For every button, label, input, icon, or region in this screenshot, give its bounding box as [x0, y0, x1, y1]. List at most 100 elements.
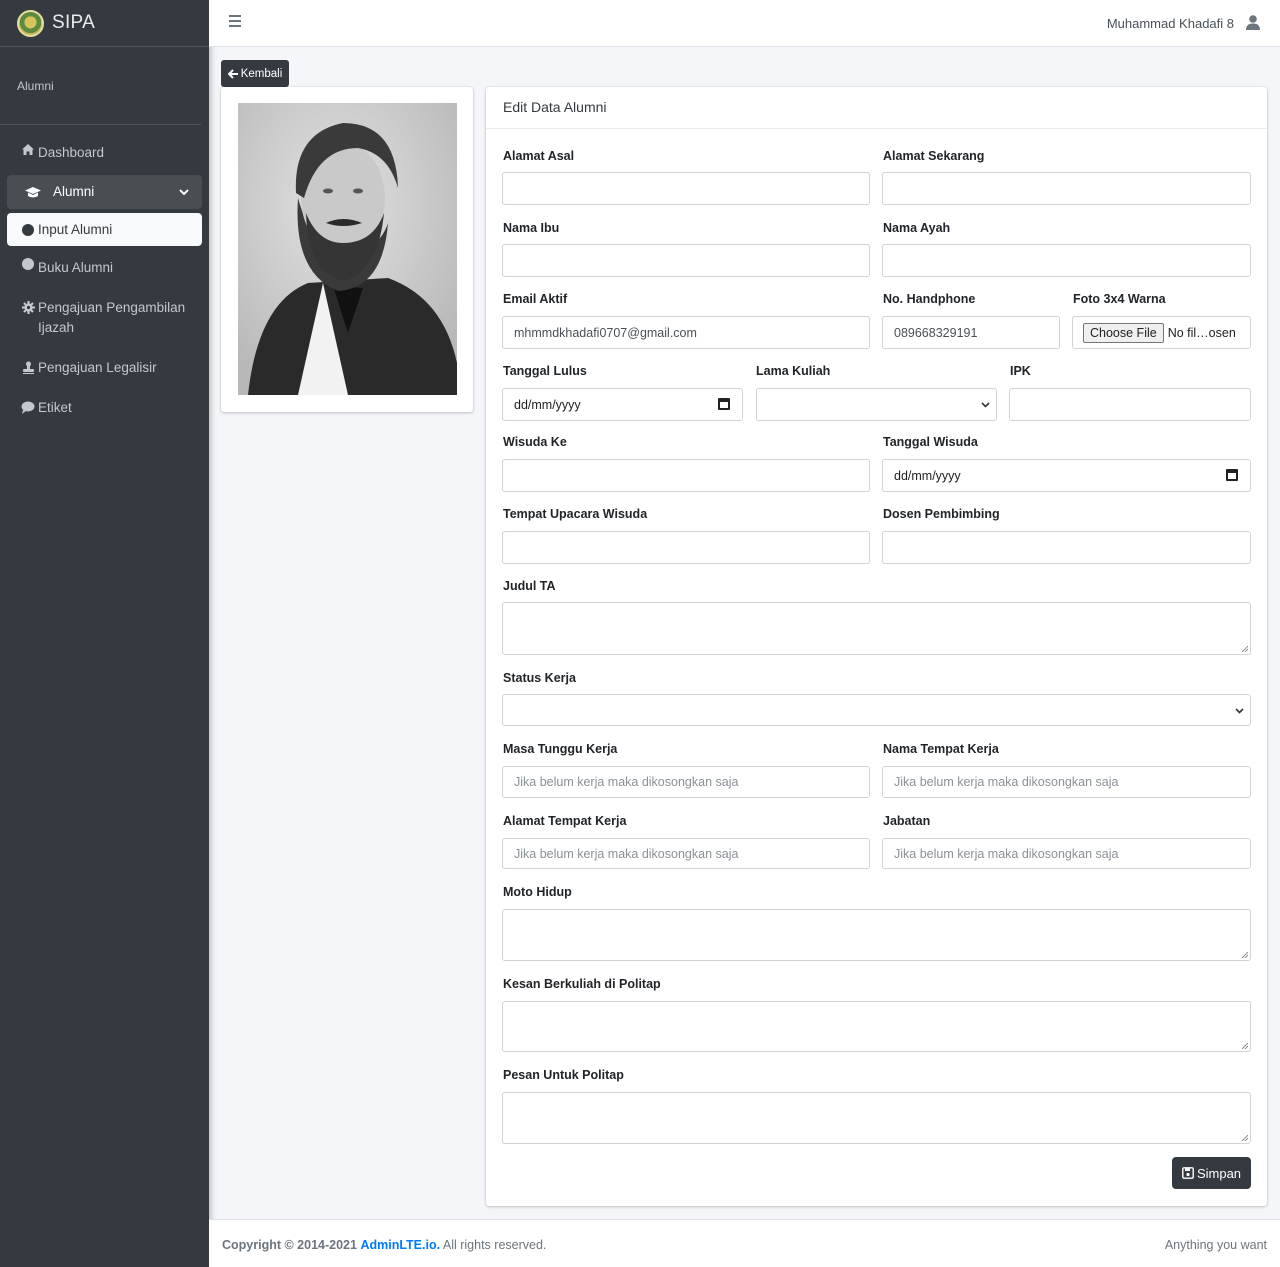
footer-copyright: Copyright © 2014-2021 AdminLTE.io. All r…	[222, 1238, 546, 1252]
kesan-label: Kesan Berkuliah di Politap	[503, 977, 661, 991]
card-title: Edit Data Alumni	[486, 87, 1267, 129]
handphone-label: No. Handphone	[883, 292, 976, 306]
calendar-icon[interactable]	[1226, 469, 1238, 481]
wisuda-ke-label: Wisuda Ke	[503, 435, 567, 449]
sidebar-item-input-alumni[interactable]: Input Alumni	[7, 213, 202, 246]
user-panel-label: Alumni	[17, 78, 54, 93]
save-button[interactable]: Simpan	[1172, 1157, 1251, 1189]
sidebar-item-label: Input Alumni	[38, 221, 113, 237]
top-navbar: Muhammad Khadafi 8	[209, 0, 1280, 47]
photo-card	[221, 87, 473, 412]
tanggal-lulus-value: dd/mm/yyyy	[514, 397, 581, 412]
sidebar-item-pengajuan-legalisir[interactable]: Pengajuan Legalisir	[7, 350, 202, 386]
brand-link[interactable]: SIPA	[0, 0, 209, 47]
sidebar-nav: Dashboard Alumni Input Alumni Buku Alumn…	[0, 125, 209, 426]
sidebar-item-label: Dashboard	[38, 145, 105, 160]
jabatan-label: Jabatan	[883, 814, 931, 828]
sidebar-item-pengajuan-ijazah[interactable]: Pengajuan Pengambilan Ijazah	[7, 290, 202, 346]
nama-ibu-input[interactable]	[502, 244, 870, 277]
save-button-label: Simpan	[1196, 1165, 1242, 1181]
sidebar-item-etiket[interactable]: Etiket	[7, 390, 202, 426]
status-kerja-label: Status Kerja	[503, 671, 576, 685]
sidebar-item-buku-alumni[interactable]: Buku Alumni	[7, 250, 202, 286]
home-icon	[20, 143, 36, 156]
tanggal-wisuda-value: dd/mm/yyyy	[894, 468, 961, 483]
ipk-label: IPK	[1010, 364, 1031, 378]
moto-hidup-label: Moto Hidup	[503, 885, 572, 899]
dosen-pembimbing-input[interactable]	[882, 531, 1251, 564]
sidebar-item-dashboard[interactable]: Dashboard	[7, 135, 202, 171]
file-status: No fil…osen	[1167, 325, 1236, 340]
calendar-icon[interactable]	[718, 398, 730, 410]
choose-file-button[interactable]: Choose File	[1083, 322, 1164, 343]
judul-ta-textarea[interactable]	[502, 602, 1251, 655]
brand-text: SIPA	[52, 12, 96, 33]
masa-tunggu-label: Masa Tunggu Kerja	[503, 742, 618, 756]
adminlte-link[interactable]: AdminLTE.io.	[360, 1238, 440, 1252]
pesan-label: Pesan Untuk Politap	[503, 1068, 624, 1082]
pesan-textarea[interactable]	[502, 1092, 1251, 1144]
footer: Copyright © 2014-2021 AdminLTE.io. All r…	[209, 1219, 1280, 1267]
footer-right-text: Anything you want	[1164, 1238, 1267, 1252]
lama-kuliah-select[interactable]	[756, 388, 997, 421]
gear-icon	[20, 301, 36, 314]
copyright-prefix: Copyright © 2014-2021	[222, 1238, 357, 1252]
foto-label: Foto 3x4 Warna	[1073, 292, 1166, 306]
nama-ibu-label: Nama Ibu	[503, 221, 560, 235]
masa-tunggu-input[interactable]: Jika belum kerja maka dikosongkan saja	[502, 766, 870, 798]
circle-icon	[20, 223, 36, 236]
tanggal-lulus-label: Tanggal Lulus	[503, 364, 587, 378]
tempat-upacara-input[interactable]	[502, 531, 870, 564]
nama-tempat-kerja-label: Nama Tempat Kerja	[883, 742, 999, 756]
tanggal-wisuda-input[interactable]: dd/mm/yyyy	[882, 459, 1251, 492]
sidebar-item-label: Pengajuan Pengambilan Ijazah	[38, 300, 186, 335]
alamat-asal-label: Alamat Asal	[503, 149, 575, 163]
alamat-sekarang-input[interactable]	[882, 172, 1251, 205]
status-kerja-select[interactable]	[502, 694, 1251, 726]
jabatan-input[interactable]: Jika belum kerja maka dikosongkan saja	[882, 838, 1251, 869]
chevron-down-icon	[179, 182, 189, 202]
edit-alumni-card: Edit Data Alumni Alamat Asal Alamat Seka…	[486, 87, 1267, 1206]
handphone-input[interactable]: 089668329191	[882, 316, 1060, 349]
alumni-photo	[238, 103, 457, 395]
user-icon[interactable]	[1246, 15, 1260, 31]
alamat-tempat-kerja-label: Alamat Tempat Kerja	[503, 814, 627, 828]
comment-icon	[20, 401, 36, 414]
brand-logo	[17, 9, 44, 37]
lama-kuliah-label: Lama Kuliah	[756, 364, 831, 378]
back-button-label: Kembali	[240, 67, 283, 80]
dosen-pembimbing-label: Dosen Pembimbing	[883, 507, 1000, 521]
tanggal-wisuda-label: Tanggal Wisuda	[883, 435, 978, 449]
kesan-textarea[interactable]	[502, 1001, 1251, 1052]
tempat-upacara-label: Tempat Upacara Wisuda	[503, 507, 648, 521]
nama-ayah-label: Nama Ayah	[883, 221, 951, 235]
alamat-tempat-kerja-input[interactable]: Jika belum kerja maka dikosongkan saja	[502, 838, 870, 869]
email-label: Email Aktif	[503, 292, 568, 306]
ipk-input[interactable]	[1009, 388, 1251, 421]
sidebar-item-label: Pengajuan Legalisir	[38, 360, 157, 375]
menu-toggle-icon[interactable]	[229, 15, 241, 27]
sidebar-item-label: Buku Alumni	[38, 260, 114, 275]
alamat-asal-input[interactable]	[502, 172, 870, 205]
foto-file-input[interactable]: Choose File No fil…osen	[1072, 316, 1251, 349]
user-name[interactable]: Muhammad Khadafi 8	[1107, 16, 1234, 31]
graduation-cap-icon	[22, 186, 44, 199]
stamp-icon	[20, 361, 36, 374]
sidebar-item-alumni[interactable]: Alumni	[7, 175, 202, 209]
judul-ta-label: Judul TA	[503, 579, 556, 593]
chevron-down-icon	[981, 399, 990, 411]
moto-hidup-textarea[interactable]	[502, 909, 1251, 961]
wisuda-ke-input[interactable]	[502, 459, 870, 492]
user-panel: Alumni	[0, 47, 201, 125]
email-input[interactable]: mhmmdkhadafi0707@gmail.com	[502, 316, 870, 349]
tanggal-lulus-input[interactable]: dd/mm/yyyy	[502, 388, 743, 421]
arrow-left-icon	[227, 68, 239, 79]
sidebar-item-label: Alumni	[53, 184, 95, 199]
chevron-down-icon	[1235, 705, 1244, 717]
sidebar-item-label: Etiket	[38, 400, 72, 415]
back-button[interactable]: Kembali	[221, 60, 289, 87]
nama-tempat-kerja-input[interactable]: Jika belum kerja maka dikosongkan saja	[882, 766, 1251, 798]
nama-ayah-input[interactable]	[882, 244, 1251, 277]
circle-icon	[20, 258, 36, 270]
alamat-sekarang-label: Alamat Sekarang	[883, 149, 985, 163]
